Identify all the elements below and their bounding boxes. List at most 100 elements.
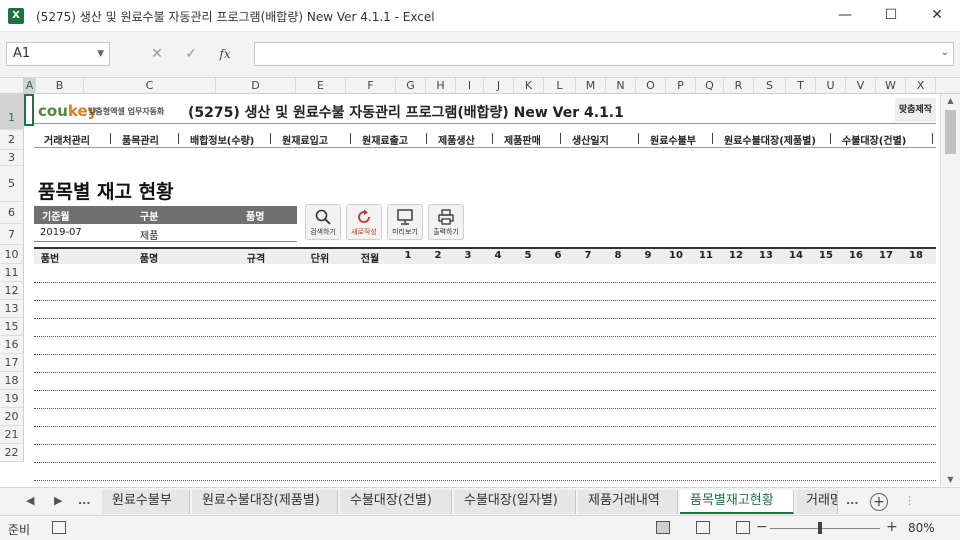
column-header[interactable]: G (396, 78, 426, 94)
search-button[interactable]: 검색하기 (305, 204, 341, 240)
minimize-button[interactable]: — (822, 0, 868, 32)
formula-input[interactable]: ⌄ (254, 42, 954, 66)
row-header[interactable]: 20 (0, 408, 24, 426)
column-header[interactable]: B (36, 78, 84, 94)
row-header[interactable]: 5 (0, 166, 24, 202)
row-header[interactable]: 22 (0, 444, 24, 462)
row-header[interactable]: 16 (0, 336, 24, 354)
row-header[interactable]: 6 (0, 202, 24, 224)
column-header[interactable]: E (296, 78, 346, 94)
column-header[interactable]: N (606, 78, 636, 94)
column-header[interactable]: F (346, 78, 396, 94)
scroll-up-icon[interactable]: ▲ (941, 96, 960, 105)
normal-view-icon[interactable] (656, 521, 670, 534)
tab-prev-icon[interactable]: ◀ (26, 494, 34, 507)
filter-type-input[interactable]: 제품 (140, 227, 158, 242)
vertical-scrollbar[interactable]: ▲ ▼ (940, 94, 960, 486)
row-header[interactable]: 17 (0, 354, 24, 372)
column-header[interactable]: A (24, 78, 36, 94)
tab-more-right[interactable]: ... (846, 494, 859, 507)
row-header[interactable]: 3 (0, 150, 24, 166)
table-row[interactable] (34, 426, 936, 427)
table-row[interactable] (34, 282, 936, 283)
expand-formula-icon[interactable]: ⌄ (941, 47, 949, 58)
table-row[interactable] (34, 390, 936, 391)
sheet-tab[interactable]: 품목별재고현황 (680, 490, 794, 514)
page-layout-view-icon[interactable] (696, 521, 710, 534)
select-all-corner[interactable] (0, 78, 24, 94)
table-row[interactable] (34, 336, 936, 337)
sheet-tab[interactable]: 수불대장(일자별) (454, 490, 576, 514)
menu-item[interactable]: 원재료출고 (362, 132, 408, 147)
table-row[interactable] (34, 318, 936, 319)
zoom-slider-thumb[interactable] (818, 522, 822, 534)
column-header[interactable]: W (876, 78, 906, 94)
enter-icon[interactable]: ✓ (174, 42, 208, 66)
sheet-tab[interactable]: 거래명 (796, 490, 838, 514)
menu-item[interactable]: 원료수불부 (650, 132, 696, 147)
custom-order-link[interactable]: 맞춤제작 (894, 98, 936, 122)
column-header[interactable]: U (816, 78, 846, 94)
column-header[interactable]: K (514, 78, 544, 94)
menu-item[interactable]: 수불대장(건별) (842, 132, 906, 147)
row-header[interactable]: 13 (0, 300, 24, 318)
table-row[interactable] (34, 354, 936, 355)
table-row[interactable] (34, 462, 936, 463)
chevron-down-icon[interactable]: ▼ (97, 43, 104, 65)
page-break-view-icon[interactable] (736, 521, 750, 534)
menu-item[interactable]: 원료수불대장(제품별) (724, 132, 816, 147)
maximize-button[interactable]: ☐ (868, 0, 914, 32)
menu-item[interactable]: 제품생산 (438, 132, 475, 147)
column-header[interactable]: R (724, 78, 754, 94)
column-header[interactable]: M (576, 78, 606, 94)
row-header[interactable]: 7 (0, 224, 24, 245)
cancel-icon[interactable]: ✕ (140, 42, 174, 66)
sheet-tab[interactable]: 원료수불부 (102, 490, 190, 514)
add-sheet-icon[interactable]: + (870, 493, 888, 511)
row-header[interactable]: 12 (0, 282, 24, 300)
menu-item[interactable]: 원재료입고 (282, 132, 328, 147)
column-header[interactable]: C (84, 78, 216, 94)
column-header[interactable]: V (846, 78, 876, 94)
row-header[interactable]: 1 (0, 94, 24, 130)
sheet-tab[interactable]: 원료수불대장(제품별) (192, 490, 338, 514)
print-button[interactable]: 출력하기 (428, 204, 464, 240)
tab-next-icon[interactable]: ▶ (54, 494, 62, 507)
menu-item[interactable]: 생산일지 (572, 132, 609, 147)
column-header[interactable]: Q (696, 78, 724, 94)
zoom-slider[interactable] (770, 528, 880, 529)
preview-button[interactable]: 미리보기 (387, 204, 423, 240)
row-header[interactable]: 10 (0, 245, 24, 264)
insert-function-icon[interactable]: fx (208, 42, 242, 66)
tab-options-icon[interactable]: ⋮ (904, 494, 915, 507)
menu-item[interactable]: 거래처관리 (44, 132, 90, 147)
zoom-level[interactable]: 80% (908, 521, 935, 535)
table-row[interactable] (34, 444, 936, 445)
column-header[interactable]: L (544, 78, 576, 94)
filter-month-input[interactable]: 2019-07 (40, 227, 82, 238)
zoom-out-button[interactable]: − (756, 519, 768, 535)
name-box[interactable]: A1 ▼ (6, 42, 110, 66)
macro-record-icon[interactable] (52, 521, 66, 534)
table-row[interactable] (34, 408, 936, 409)
column-header[interactable]: I (456, 78, 484, 94)
scroll-down-icon[interactable]: ▼ (941, 475, 960, 484)
close-button[interactable]: ✕ (914, 0, 960, 32)
row-header[interactable]: 2 (0, 130, 24, 150)
column-header[interactable]: P (666, 78, 696, 94)
row-header[interactable]: 18 (0, 372, 24, 390)
table-row[interactable] (34, 480, 936, 481)
column-header[interactable]: D (216, 78, 296, 94)
column-header[interactable]: O (636, 78, 666, 94)
row-header[interactable]: 21 (0, 426, 24, 444)
menu-item[interactable]: 제품판매 (504, 132, 541, 147)
tab-more-left[interactable]: ... (78, 494, 91, 507)
table-row[interactable] (34, 300, 936, 301)
column-header[interactable]: H (426, 78, 456, 94)
row-header[interactable]: 19 (0, 390, 24, 408)
zoom-in-button[interactable]: + (886, 519, 898, 535)
menu-item[interactable]: 배합정보(수량) (190, 132, 254, 147)
worksheet[interactable]: coukey 맞춤형엑셀 업무자동화 (5275) 생산 및 원료수불 자동관리… (24, 94, 936, 486)
scrollbar-thumb[interactable] (945, 110, 956, 154)
menu-item[interactable]: 품목관리 (122, 132, 159, 147)
